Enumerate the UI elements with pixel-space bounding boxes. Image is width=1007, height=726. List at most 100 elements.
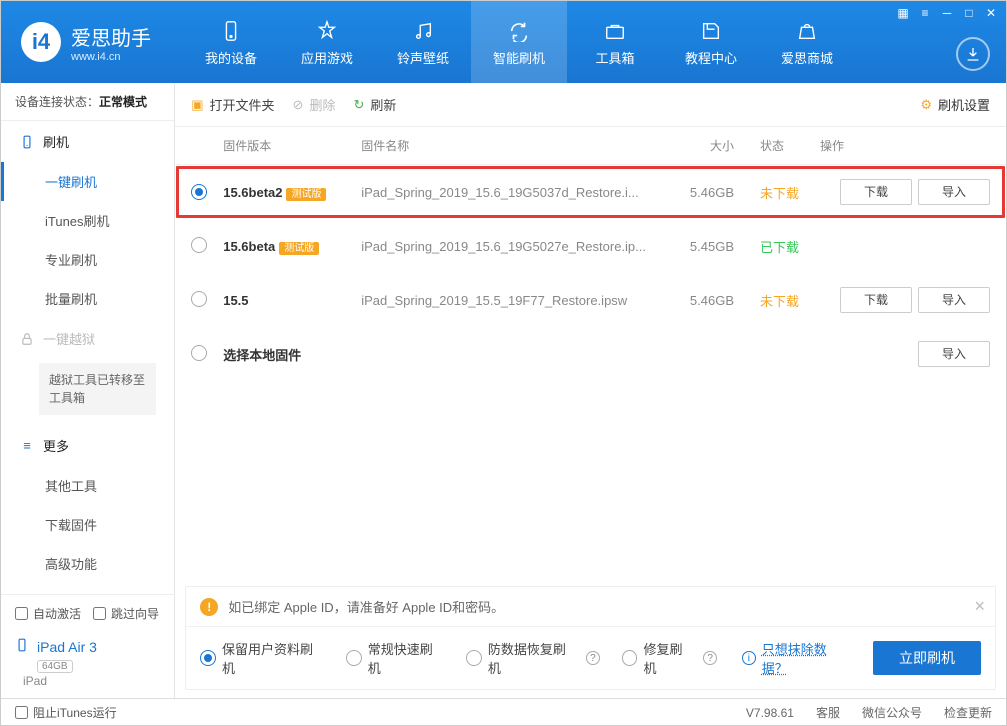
sidebar-group-more[interactable]: ≡ 更多 bbox=[1, 425, 174, 466]
download-button[interactable]: 下载 bbox=[840, 179, 912, 205]
window-menu-icon[interactable]: ≡ bbox=[916, 5, 934, 21]
sidebar-group-flash[interactable]: 刷机 bbox=[1, 121, 174, 162]
sidebar-item[interactable]: 批量刷机 bbox=[1, 279, 174, 318]
check-update-link[interactable]: 检查更新 bbox=[944, 704, 992, 721]
sidebar-item[interactable]: 高级功能 bbox=[1, 544, 174, 583]
flash-mode-normal[interactable]: 常规快速刷机 bbox=[346, 639, 444, 677]
import-button[interactable]: 导入 bbox=[918, 287, 990, 313]
app-name: 爱思助手 bbox=[71, 22, 151, 51]
row-status: 未下载 bbox=[742, 183, 812, 202]
auto-activate-checkbox[interactable]: 自动激活 bbox=[15, 605, 81, 622]
lock-icon bbox=[19, 331, 35, 347]
connected-device[interactable]: iPad Air 3 bbox=[1, 632, 174, 657]
firmware-row[interactable]: 选择本地固件导入 bbox=[175, 327, 1006, 381]
download-manager-icon[interactable] bbox=[956, 37, 990, 71]
wechat-link[interactable]: 微信公众号 bbox=[862, 704, 922, 721]
flash-settings-button[interactable]: ⚙刷机设置 bbox=[920, 95, 990, 114]
flash-mode-repair-label: 修复刷机 bbox=[643, 639, 694, 677]
beta-badge: 测试版 bbox=[286, 188, 326, 201]
device-capacity-badge: 64GB bbox=[37, 660, 73, 673]
nav-tab-label: 爱思商城 bbox=[781, 48, 833, 67]
logo-area: i4 爱思助手 www.i4.cn bbox=[1, 22, 171, 63]
block-itunes-label: 阻止iTunes运行 bbox=[33, 704, 117, 721]
skip-guide-checkbox[interactable]: 跳过向导 bbox=[93, 605, 159, 622]
row-size: 5.46GB bbox=[654, 185, 734, 200]
delete-button[interactable]: ⊘删除 bbox=[293, 95, 336, 114]
flash-mode-repair[interactable]: 修复刷机? bbox=[622, 639, 717, 677]
help-icon[interactable]: ? bbox=[586, 651, 600, 665]
import-button[interactable]: 导入 bbox=[918, 341, 990, 367]
row-radio[interactable] bbox=[191, 237, 207, 253]
col-status: 状态 bbox=[742, 137, 812, 154]
col-version: 固件版本 bbox=[223, 137, 353, 154]
nav-tab-4[interactable]: 工具箱 bbox=[567, 1, 663, 83]
table-header: 固件版本 固件名称 大小 状态 操作 bbox=[175, 127, 1006, 165]
sidebar-item[interactable]: 专业刷机 bbox=[1, 240, 174, 279]
nav-tab-label: 应用游戏 bbox=[301, 48, 353, 67]
sidebar-item[interactable]: 一键刷机 bbox=[1, 162, 174, 201]
sidebar-group-jailbreak-label: 一键越狱 bbox=[43, 329, 95, 348]
nav-tab-label: 智能刷机 bbox=[493, 48, 545, 67]
col-filename: 固件名称 bbox=[361, 137, 646, 154]
row-ops: 导入 bbox=[820, 341, 990, 367]
auto-activate-label: 自动激活 bbox=[33, 605, 81, 622]
window-minimize-icon[interactable]: ─ bbox=[938, 5, 956, 21]
appleid-warning-text: 如已绑定 Apple ID，请准备好 Apple ID和密码。 bbox=[228, 597, 504, 616]
device-icon bbox=[15, 638, 29, 655]
nav-tab-1[interactable]: 应用游戏 bbox=[279, 1, 375, 83]
block-itunes-checkbox[interactable]: 阻止iTunes运行 bbox=[15, 704, 117, 721]
nav-tab-3[interactable]: 智能刷机 bbox=[471, 1, 567, 83]
open-folder-button[interactable]: ▣打开文件夹 bbox=[191, 95, 274, 114]
nav-tab-0[interactable]: 我的设备 bbox=[183, 1, 279, 83]
device-name: iPad Air 3 bbox=[37, 639, 97, 655]
row-size: 5.45GB bbox=[654, 239, 734, 254]
start-flash-label: 立即刷机 bbox=[899, 648, 955, 668]
nav-tab-5[interactable]: 教程中心 bbox=[663, 1, 759, 83]
sidebar-group-flash-label: 刷机 bbox=[43, 132, 69, 151]
firmware-row[interactable]: 15.6beta2测试版iPad_Spring_2019_15.6_19G503… bbox=[175, 165, 1006, 219]
sidebar: 设备连接状态：正常模式 刷机 一键刷机iTunes刷机专业刷机批量刷机 一键越狱… bbox=[1, 83, 175, 698]
start-flash-button[interactable]: 立即刷机 bbox=[873, 641, 981, 675]
app-logo-icon: i4 bbox=[21, 22, 61, 62]
sidebar-options-row: 自动激活 跳过向导 bbox=[1, 595, 174, 632]
row-radio[interactable] bbox=[191, 345, 207, 361]
nav-tabs: 我的设备 应用游戏 铃声壁纸智能刷机 工具箱教程中心爱思商城 bbox=[183, 1, 855, 83]
sidebar-item[interactable]: 下载固件 bbox=[1, 505, 174, 544]
nav-tab-label: 我的设备 bbox=[205, 48, 257, 67]
flash-mode-keepdata[interactable]: 保留用户资料刷机 bbox=[200, 639, 324, 677]
window-maximize-icon[interactable]: □ bbox=[960, 5, 978, 21]
row-radio[interactable] bbox=[191, 184, 207, 200]
refresh-button[interactable]: ↻刷新 bbox=[353, 95, 396, 114]
nav-icon bbox=[600, 18, 630, 44]
menu-icon: ≡ bbox=[19, 438, 35, 454]
customer-service-link[interactable]: 客服 bbox=[816, 704, 840, 721]
main-panel: ▣打开文件夹 ⊘删除 ↻刷新 ⚙刷机设置 固件版本 固件名称 大小 状态 操作 … bbox=[175, 83, 1006, 698]
help-icon[interactable]: ? bbox=[703, 651, 717, 665]
jailbreak-moved-notice: 越狱工具已转移至工具箱 bbox=[39, 363, 156, 415]
row-ops: 下载导入 bbox=[820, 179, 990, 205]
flash-mode-antirecovery[interactable]: 防数据恢复刷机? bbox=[466, 639, 600, 677]
row-radio[interactable] bbox=[191, 291, 207, 307]
sidebar-item[interactable]: iTunes刷机 bbox=[1, 201, 174, 240]
nav-icon bbox=[216, 18, 246, 44]
erase-only-link[interactable]: 只想抹除数据？ bbox=[762, 639, 851, 677]
download-button[interactable]: 下载 bbox=[840, 287, 912, 313]
info-icon[interactable]: i bbox=[742, 651, 756, 665]
refresh-icon: ↻ bbox=[353, 97, 364, 113]
device-type: iPad bbox=[1, 674, 174, 698]
nav-tab-2[interactable]: 铃声壁纸 bbox=[375, 1, 471, 83]
window-close-icon[interactable]: ✕ bbox=[982, 5, 1000, 21]
nav-tab-6[interactable]: 爱思商城 bbox=[759, 1, 855, 83]
import-button[interactable]: 导入 bbox=[918, 179, 990, 205]
firmware-row[interactable]: 15.6beta测试版iPad_Spring_2019_15.6_19G5027… bbox=[175, 219, 1006, 273]
sidebar-item[interactable]: 其他工具 bbox=[1, 466, 174, 505]
window-grid-icon[interactable]: ▦ bbox=[894, 5, 912, 21]
status-bar: 阻止iTunes运行 V7.98.61 客服 微信公众号 检查更新 bbox=[1, 698, 1006, 726]
col-ops: 操作 bbox=[820, 137, 990, 154]
row-version: 15.6beta2测试版 bbox=[223, 185, 353, 200]
flash-mode-keepdata-label: 保留用户资料刷机 bbox=[222, 639, 324, 677]
firmware-row[interactable]: 15.5iPad_Spring_2019_15.5_19F77_Restore.… bbox=[175, 273, 1006, 327]
flash-settings-label: 刷机设置 bbox=[938, 95, 990, 114]
close-info-icon[interactable]: × bbox=[974, 596, 985, 617]
app-url: www.i4.cn bbox=[71, 51, 151, 63]
